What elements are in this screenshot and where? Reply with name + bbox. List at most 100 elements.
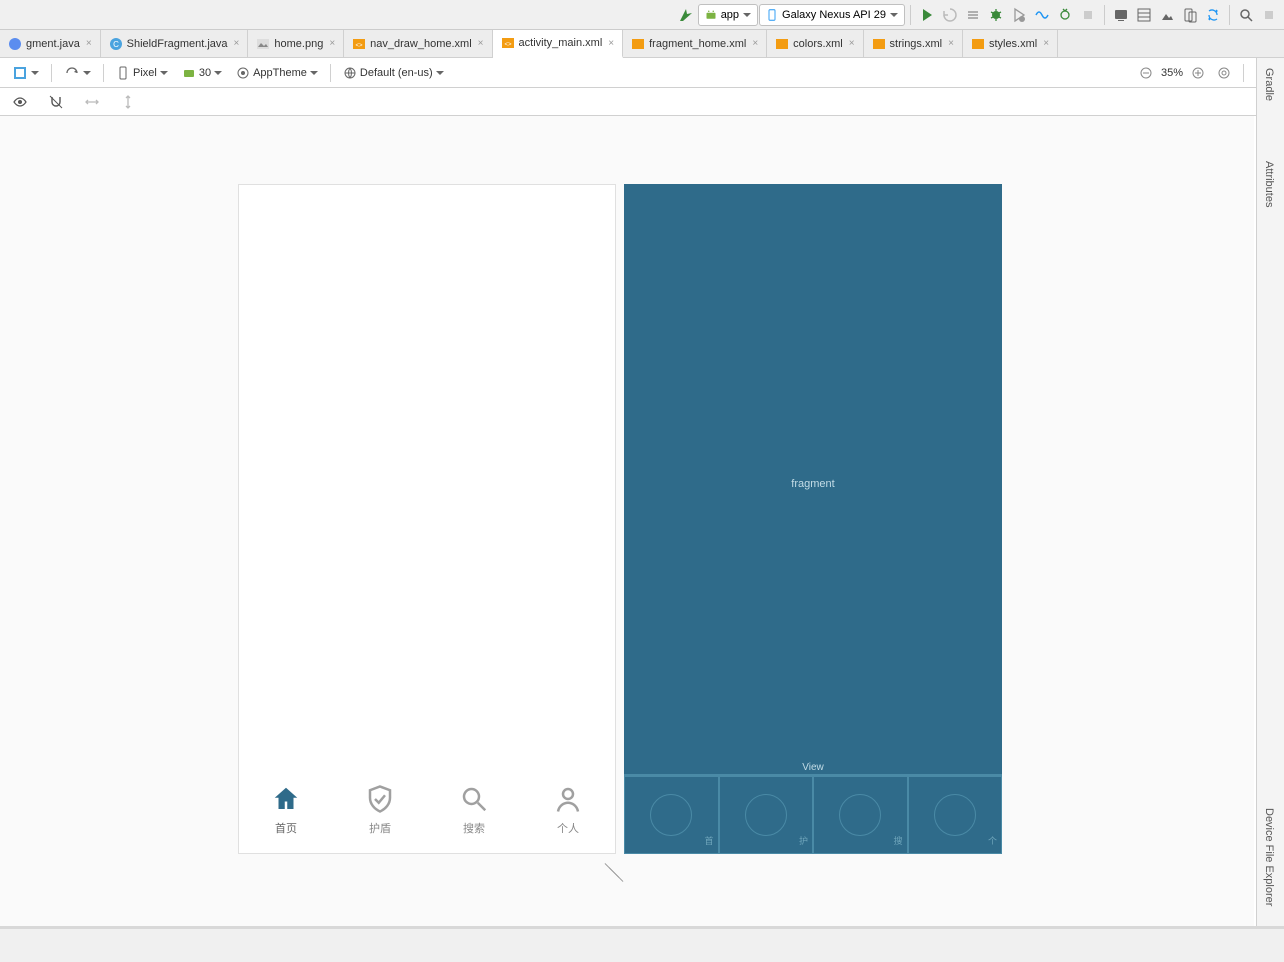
locale-name: Default (en-us): [360, 67, 433, 79]
vertical-expand-icon[interactable]: [116, 92, 140, 112]
close-icon[interactable]: ×: [1043, 38, 1049, 49]
tab-label: styles.xml: [989, 38, 1037, 50]
shield-icon: [365, 784, 395, 814]
blueprint-nav-item[interactable]: 个: [908, 776, 1003, 854]
blueprint-nav-item[interactable]: 护: [719, 776, 814, 854]
xml-icon: [971, 37, 985, 51]
side-tab-device-explorer[interactable]: Device File Explorer: [1257, 798, 1281, 916]
stop-button[interactable]: [1077, 4, 1099, 26]
visibility-icon[interactable]: [8, 92, 32, 112]
api-level: 30: [199, 67, 211, 79]
design-surface-button[interactable]: [8, 63, 43, 83]
horizontal-expand-icon[interactable]: [80, 92, 104, 112]
locale-select[interactable]: Default (en-us): [339, 64, 448, 82]
class-icon: C: [109, 37, 123, 51]
profiler-button[interactable]: [1031, 4, 1053, 26]
coverage-button[interactable]: [1008, 4, 1030, 26]
blueprint-nav-item[interactable]: 首: [624, 776, 719, 854]
close-icon[interactable]: ×: [849, 38, 855, 49]
separator: [103, 64, 104, 82]
file-tab[interactable]: home.png ×: [248, 30, 344, 57]
caret-icon: [436, 71, 444, 75]
file-tab[interactable]: styles.xml ×: [963, 30, 1058, 57]
api-select[interactable]: 30: [178, 64, 226, 82]
close-icon[interactable]: ×: [608, 38, 614, 49]
bottom-nav: 首页 护盾 搜索 个人: [239, 766, 615, 853]
settings-icon[interactable]: [1258, 4, 1280, 26]
caret-icon: [890, 13, 898, 17]
separator: [330, 64, 331, 82]
sync-button[interactable]: [1202, 4, 1224, 26]
sdk-manager-button[interactable]: [1133, 4, 1155, 26]
design-preview[interactable]: 首页 护盾 搜索 个人: [238, 184, 616, 854]
nav-label: 搜索: [463, 820, 485, 836]
resource-manager-button[interactable]: [1156, 4, 1178, 26]
design-canvas[interactable]: 首页 护盾 搜索 个人 fragment View: [0, 116, 1254, 926]
layout-inspector-button[interactable]: [1179, 4, 1201, 26]
nav-search[interactable]: 搜索: [459, 784, 489, 836]
file-tab[interactable]: gment.java ×: [0, 30, 101, 57]
file-tab[interactable]: <> nav_draw_home.xml ×: [344, 30, 492, 57]
zoom-fit-button[interactable]: [1213, 64, 1235, 82]
blueprint-icon-placeholder: [839, 794, 881, 836]
nav-person[interactable]: 个人: [553, 784, 583, 836]
theme-name: AppTheme: [253, 67, 307, 79]
file-tab-bar: gment.java × C ShieldFragment.java × hom…: [0, 30, 1284, 58]
side-tab-attributes[interactable]: Attributes: [1257, 151, 1281, 217]
file-tab[interactable]: strings.xml ×: [864, 30, 963, 57]
blueprint-view-label: View: [624, 762, 1002, 773]
resize-handle[interactable]: [600, 866, 626, 880]
separator: [910, 5, 911, 25]
file-tab-active[interactable]: <> activity_main.xml ×: [493, 30, 624, 58]
tab-label: strings.xml: [890, 38, 943, 50]
xml-icon: [775, 37, 789, 51]
close-icon[interactable]: ×: [478, 38, 484, 49]
separator: [1229, 5, 1230, 25]
tab-label: nav_draw_home.xml: [370, 38, 472, 50]
magnet-icon[interactable]: [44, 92, 68, 112]
view-options-bar: [0, 88, 1284, 116]
run-button[interactable]: [916, 4, 938, 26]
device-combo[interactable]: Galaxy Nexus API 29: [759, 4, 905, 26]
blueprint-preview[interactable]: fragment View 首 护 搜 个: [624, 184, 1002, 854]
make-button[interactable]: [675, 4, 697, 26]
zoom-in-button[interactable]: [1187, 64, 1209, 82]
apply-code-button[interactable]: [962, 4, 984, 26]
close-icon[interactable]: ×: [948, 38, 954, 49]
attach-debugger-button[interactable]: [1054, 4, 1076, 26]
file-tab[interactable]: colors.xml ×: [767, 30, 863, 57]
zoom-out-button[interactable]: [1135, 64, 1157, 82]
close-icon[interactable]: ×: [234, 38, 240, 49]
xml-icon: <>: [352, 37, 366, 51]
separator: [1104, 5, 1105, 25]
fragment-container[interactable]: [239, 185, 615, 766]
person-icon: [553, 784, 583, 814]
blueprint-nav-item[interactable]: 搜: [813, 776, 908, 854]
device-select[interactable]: Pixel: [112, 64, 172, 82]
apply-changes-button[interactable]: [939, 4, 961, 26]
file-tab[interactable]: C ShieldFragment.java ×: [101, 30, 249, 57]
search-icon[interactable]: [1235, 4, 1257, 26]
nav-shield[interactable]: 护盾: [365, 784, 395, 836]
caret-icon: [31, 71, 39, 75]
blueprint-bottom-nav: View 首 护 搜 个: [624, 774, 1002, 854]
tab-label: ShieldFragment.java: [127, 38, 228, 50]
zoom-value: 35%: [1161, 67, 1183, 79]
run-config-combo[interactable]: app: [698, 4, 758, 26]
tab-label: fragment_home.xml: [649, 38, 746, 50]
blueprint-fragment-label: fragment: [624, 478, 1002, 490]
nav-home[interactable]: 首页: [271, 784, 301, 836]
tab-label: home.png: [274, 38, 323, 50]
device-name: Pixel: [133, 67, 157, 79]
orientation-button[interactable]: [60, 63, 95, 83]
debug-button[interactable]: [985, 4, 1007, 26]
file-tab[interactable]: fragment_home.xml ×: [623, 30, 767, 57]
side-tab-gradle[interactable]: Gradle: [1257, 58, 1281, 111]
bp-label: 个: [988, 834, 997, 847]
close-icon[interactable]: ×: [329, 38, 335, 49]
theme-select[interactable]: AppTheme: [232, 64, 322, 82]
close-icon[interactable]: ×: [86, 38, 92, 49]
close-icon[interactable]: ×: [752, 38, 758, 49]
avd-manager-button[interactable]: [1110, 4, 1132, 26]
right-tool-strip: Gradle Attributes Device File Explorer: [1256, 58, 1284, 926]
